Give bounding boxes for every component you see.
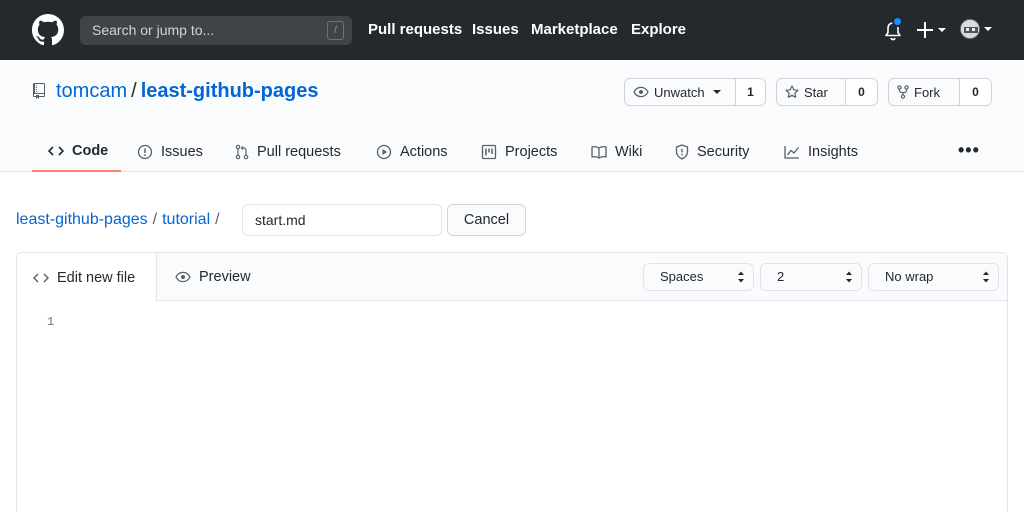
tab-label: Issues — [161, 144, 203, 160]
tab-code[interactable]: Code — [32, 132, 121, 172]
unwatch-label: Unwatch — [654, 84, 705, 100]
repo-icon — [33, 83, 45, 99]
nav-marketplace[interactable]: Marketplace — [531, 21, 618, 38]
shield-icon — [675, 144, 689, 160]
preview-tab-label: Preview — [199, 269, 251, 285]
indent-size-value: 2 — [777, 269, 785, 284]
tab-edit-new-file[interactable]: Edit new file — [17, 253, 157, 302]
star-count[interactable]: 0 — [845, 79, 877, 105]
tab-pull-requests[interactable]: Pull requests — [235, 132, 341, 172]
star-button-group: Star 0 — [776, 78, 878, 106]
fork-icon — [897, 85, 909, 99]
breadcrumb-separator: / — [152, 211, 158, 228]
search-shortcut-key: / — [327, 21, 344, 40]
filename-input[interactable] — [242, 204, 442, 236]
wrap-mode-value: No wrap — [885, 269, 934, 284]
repo-name-link[interactable]: least-github-pages — [141, 80, 319, 102]
breadcrumb-separator: / — [215, 211, 220, 228]
tab-label: Wiki — [615, 144, 643, 160]
star-icon — [785, 85, 799, 98]
global-header: Search or jump to... / Pull requests Iss… — [0, 0, 1024, 60]
repository-header: tomcam / least-github-pages Unwatch 1 Star… — [0, 60, 1024, 172]
editor-toolbar: Edit new file Preview Spaces 2 No wrap — [17, 253, 1007, 302]
graph-icon — [784, 146, 800, 159]
book-icon — [591, 145, 607, 159]
tab-label: Security — [697, 144, 750, 160]
star-label: Star — [804, 84, 828, 100]
breadcrumb: least-github-pages / tutorial / — [16, 211, 225, 229]
nav-pull-requests[interactable]: Pull requests — [368, 21, 462, 38]
code-icon — [48, 146, 64, 156]
tab-security[interactable]: Security — [675, 132, 749, 172]
line-number: 1 — [47, 315, 55, 329]
tab-preview[interactable]: Preview — [175, 253, 251, 301]
cancel-button[interactable]: Cancel — [447, 204, 526, 236]
tab-label: Insights — [808, 144, 858, 160]
chevron-down-icon — [712, 90, 721, 94]
tab-actions[interactable]: Actions — [376, 132, 448, 172]
more-options-button[interactable]: ••• — [958, 140, 980, 161]
indent-mode-value: Spaces — [660, 269, 704, 284]
plus-dropdown-icon[interactable] — [917, 20, 947, 40]
eye-icon — [633, 86, 649, 98]
fork-button-group: Fork 0 — [888, 78, 992, 106]
star-button[interactable]: Star — [777, 79, 845, 105]
edit-tab-label: Edit new file — [57, 269, 136, 286]
tab-label: Actions — [400, 144, 448, 160]
notification-dot — [892, 16, 903, 27]
play-icon — [376, 144, 392, 160]
tab-projects[interactable]: Projects — [481, 132, 557, 172]
indent-size-select[interactable]: 2 — [760, 263, 862, 291]
search-placeholder: Search or jump to... — [92, 22, 215, 38]
repo-owner-link[interactable]: tomcam — [56, 80, 127, 102]
project-icon — [481, 144, 497, 160]
fork-button[interactable]: Fork — [889, 79, 959, 105]
breadcrumb-folder-link[interactable]: tutorial — [162, 211, 210, 228]
wrap-mode-select[interactable]: No wrap — [868, 263, 999, 291]
repo-title-separator: / — [131, 80, 137, 102]
breadcrumb-repo-link[interactable]: least-github-pages — [16, 211, 148, 228]
unwatch-button[interactable]: Unwatch — [625, 79, 735, 105]
repo-title: tomcam / least-github-pages — [56, 80, 318, 103]
search-input[interactable]: Search or jump to... / — [80, 16, 352, 45]
user-menu[interactable] — [960, 19, 994, 41]
tab-label: Pull requests — [257, 144, 341, 160]
nav-issues[interactable]: Issues — [472, 21, 519, 38]
tab-label: Projects — [505, 144, 558, 160]
fork-count[interactable]: 0 — [959, 79, 991, 105]
indent-mode-select[interactable]: Spaces — [643, 263, 754, 291]
tab-insights[interactable]: Insights — [784, 132, 858, 172]
eye-icon — [175, 271, 191, 283]
issue-icon — [137, 144, 153, 160]
tab-wiki[interactable]: Wiki — [591, 132, 642, 172]
select-caret-icon — [738, 271, 744, 283]
tab-label: Code — [72, 143, 109, 159]
code-icon — [33, 273, 49, 282]
pull-request-icon — [235, 144, 249, 160]
chevron-down-icon — [984, 27, 992, 31]
select-caret-icon — [983, 271, 989, 283]
watch-button-group: Unwatch 1 — [624, 78, 766, 106]
watch-count[interactable]: 1 — [735, 79, 765, 105]
nav-explore[interactable]: Explore — [631, 21, 686, 38]
avatar — [960, 19, 980, 39]
github-logo-icon[interactable] — [32, 14, 64, 46]
select-caret-icon — [846, 271, 852, 283]
file-editor: Edit new file Preview Spaces 2 No wrap 1 — [16, 252, 1008, 512]
code-editor-area[interactable] — [77, 303, 997, 512]
tab-issues[interactable]: Issues — [137, 132, 203, 172]
fork-label: Fork — [914, 84, 940, 100]
